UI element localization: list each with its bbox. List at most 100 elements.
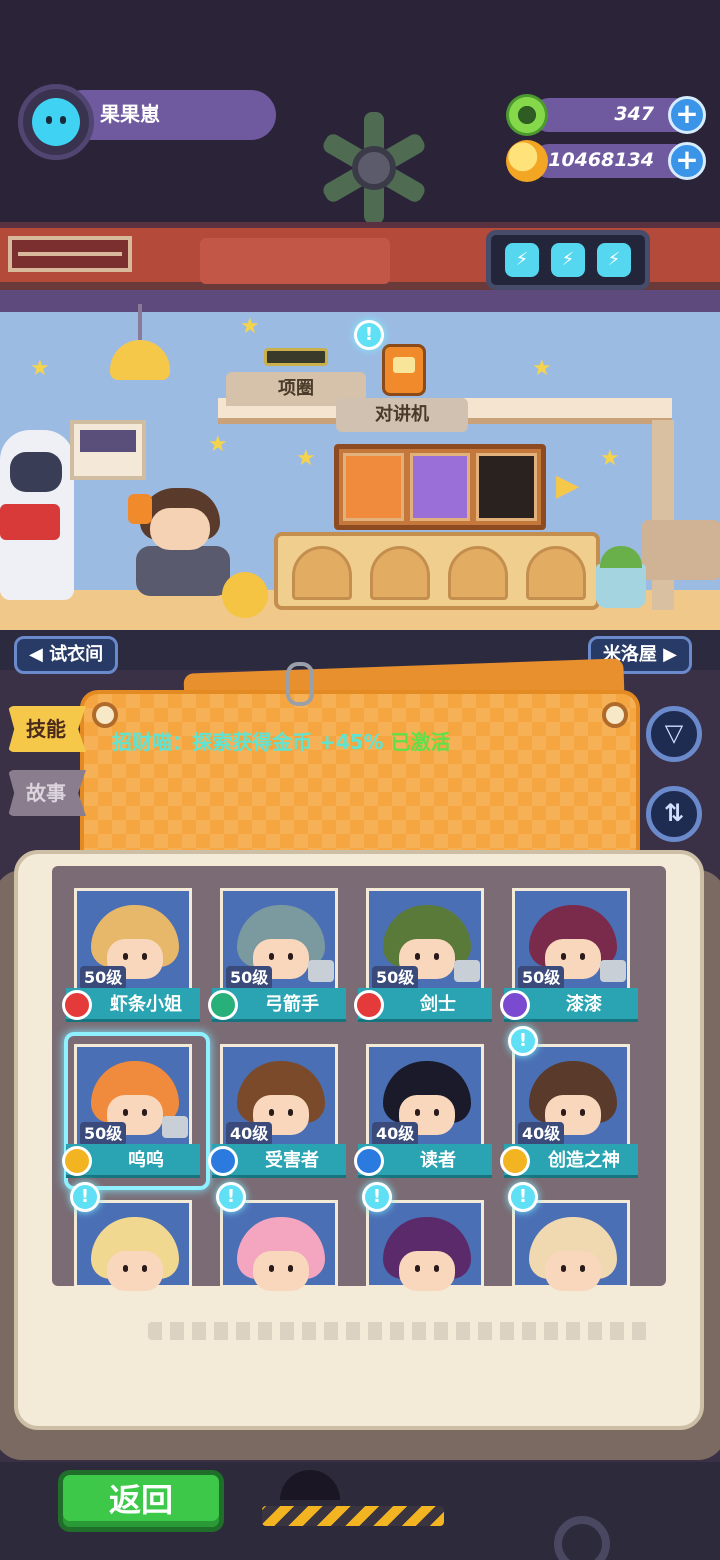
gold-planet-icon (506, 140, 548, 182)
character-namebar: 受害者 (208, 1144, 346, 1178)
character-grid: 50级 虾条小姐 50级 弓箭手 50级 剑士 50级 漆漆 50级 呜呜 40级 受害者 40级 读者 4… (52, 866, 666, 1291)
energy-battery: ⚡ ⚡ ⚡ (486, 230, 650, 290)
character-card[interactable]: 50级 漆漆 (500, 880, 640, 1022)
character-name: 创造之神 (548, 1150, 620, 1171)
collar-icon[interactable] (264, 348, 328, 366)
character-level: 40级 (226, 1122, 273, 1146)
photo-frame[interactable] (334, 444, 546, 530)
add-gems-button[interactable]: + (668, 96, 706, 134)
character-name: 剑士 (420, 994, 456, 1015)
character-namebar: 呜呜 (62, 1144, 200, 1178)
notice-bubble-icon[interactable]: ! (216, 1182, 246, 1212)
character-card[interactable]: ! (210, 1182, 348, 1292)
character-namebar: 漆漆 (500, 988, 638, 1022)
character-card[interactable]: 50级 呜呜 (62, 1032, 210, 1190)
astronaut-figure (0, 430, 74, 600)
character-card[interactable]: 40级 读者 (354, 1036, 494, 1178)
left-arrow-icon: ◀ (29, 644, 43, 665)
outfit-shirt-icon[interactable] (454, 960, 480, 982)
star-icon: ★ (30, 356, 50, 381)
notice-bubble-icon[interactable]: ! (362, 1182, 392, 1212)
character-name: 受害者 (265, 1150, 319, 1171)
character-level: 50级 (80, 1122, 127, 1146)
wall-strip (0, 290, 720, 312)
player-character[interactable] (120, 488, 240, 604)
character-card[interactable]: 50级 虾条小姐 (62, 880, 202, 1022)
wall-monitor (70, 420, 146, 480)
character-level: 40级 (518, 1122, 565, 1146)
sort-icon: ⇅ (663, 799, 685, 827)
battery-cell-icon: ⚡ (597, 243, 631, 277)
gem-value: 347 (614, 103, 654, 125)
player-profile[interactable]: 果果崽 (18, 84, 276, 160)
class-badge-icon (500, 1146, 530, 1176)
fitting-room-button[interactable]: ◀ 试衣间 (14, 636, 119, 674)
blurred-caption (148, 1322, 648, 1340)
filter-button[interactable]: ▽ (646, 706, 702, 762)
character-card[interactable]: 50级 剑士 (354, 880, 494, 1022)
star-icon: ★ (296, 446, 316, 471)
back-button[interactable]: 返回 (58, 1470, 224, 1532)
character-portrait (366, 1200, 484, 1291)
character-card[interactable]: ! (502, 1182, 640, 1292)
class-badge-icon (208, 990, 238, 1020)
filter-icon: ▽ (664, 719, 684, 747)
sort-button[interactable]: ⇅ (646, 786, 702, 842)
outfit-shirt-icon[interactable] (308, 960, 334, 982)
paper-clip-icon (286, 662, 314, 706)
notice-bubble-icon[interactable]: ! (354, 320, 384, 350)
class-badge-icon (62, 990, 92, 1020)
character-card[interactable]: 50级弓箭手 (208, 880, 348, 1022)
character-portrait (220, 1200, 338, 1291)
notice-bubble-icon[interactable]: ! (508, 1182, 538, 1212)
walkie-talkie-icon[interactable] (382, 344, 426, 396)
character-card[interactable]: ! (64, 1182, 202, 1292)
character-namebar: 剑士 (354, 988, 492, 1022)
photo-slot (476, 453, 538, 521)
screen: 果果崽 347 + 10468134 + ⚡ ⚡ ⚡ ★ ★ ★ ★ ★ ★ 项… (0, 0, 720, 1560)
notice-bubble-icon[interactable]: ! (508, 1026, 538, 1056)
character-level: 50级 (518, 966, 565, 990)
notice-bubble-icon[interactable]: ! (70, 1182, 100, 1212)
hazard-stripe (262, 1506, 444, 1526)
character-level: 50级 (226, 966, 273, 990)
character-level: 40级 (372, 1122, 419, 1146)
outfit-shirt-icon[interactable] (600, 960, 626, 982)
photo-slot (343, 453, 404, 521)
character-card[interactable]: 40级受害者 (208, 1036, 348, 1178)
character-level: 50级 (80, 966, 127, 990)
dial-icon (554, 1516, 610, 1560)
right-arrow-icon: ▶ (663, 644, 677, 665)
character-namebar: 读者 (354, 1144, 492, 1178)
walkie-talkie-sign[interactable]: 对讲机 (336, 398, 468, 432)
vent-panel (8, 236, 132, 272)
star-icon: ★ (208, 432, 228, 457)
character-card[interactable]: 40级创造之神! (500, 1026, 640, 1178)
class-badge-icon (354, 1146, 384, 1176)
battery-cell-icon: ⚡ (551, 243, 585, 277)
tab-story[interactable]: 故事 (8, 770, 86, 816)
frame-next-arrow-icon[interactable]: ▶ (556, 468, 579, 503)
gem-counter: 347 + (506, 94, 706, 136)
skill-description: 招财喵：探索获得金币 +45% 已激活 (112, 726, 451, 755)
character-level: 50级 (372, 966, 419, 990)
add-gold-button[interactable]: + (668, 142, 706, 180)
cat-face-icon (32, 98, 80, 146)
gold-value: 10468134 (548, 149, 654, 171)
character-portrait (74, 1200, 192, 1291)
character-name: 弓箭手 (265, 994, 319, 1015)
battery-cell-icon: ⚡ (505, 243, 539, 277)
tab-skill[interactable]: 技能 (8, 706, 86, 752)
character-name: 漆漆 (566, 994, 602, 1015)
donut-gem-icon (506, 94, 548, 136)
class-badge-icon (208, 1146, 238, 1176)
peeking-creature-icon (280, 1470, 340, 1500)
class-badge-icon (500, 990, 530, 1020)
character-card[interactable]: ! (356, 1182, 494, 1292)
gold-counter: 10468134 + (506, 140, 706, 182)
player-avatar[interactable] (18, 84, 94, 160)
outfit-shirt-icon[interactable] (162, 1116, 188, 1138)
star-icon: ★ (532, 356, 552, 381)
photo-slot (409, 453, 471, 521)
character-namebar: 创造之神 (500, 1144, 638, 1178)
